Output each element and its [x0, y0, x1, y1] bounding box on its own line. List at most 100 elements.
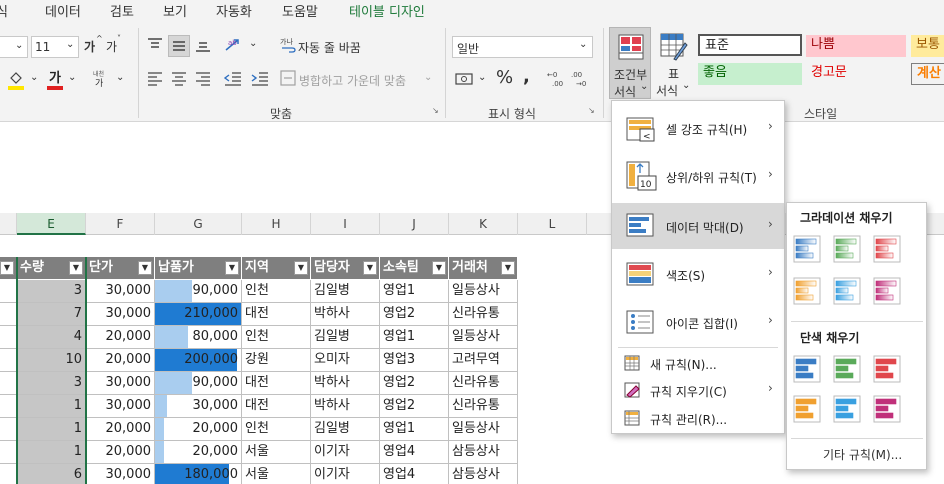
- orientation-icon[interactable]: ab: [224, 36, 244, 54]
- tab-automate[interactable]: 자동화: [216, 1, 252, 20]
- cell-partial[interactable]: [0, 349, 17, 372]
- cell-manager[interactable]: 김일병: [311, 418, 380, 441]
- cell-manager[interactable]: 이기자: [311, 441, 380, 464]
- cell-price[interactable]: 20,000: [86, 326, 155, 349]
- percent-button[interactable]: %: [496, 67, 513, 88]
- chevron-down-icon[interactable]: ⌄: [478, 72, 486, 83]
- cell-price[interactable]: 20,000: [86, 441, 155, 464]
- chevron-down-icon[interactable]: ⌄: [116, 72, 124, 83]
- gradient-databar-option-1[interactable]: [793, 235, 821, 263]
- solid-databar-option-2[interactable]: [833, 355, 861, 383]
- wrap-text-icon[interactable]: 가나: [280, 36, 296, 54]
- column-header-j[interactable]: J: [380, 213, 449, 235]
- align-bottom-icon[interactable]: [195, 37, 211, 53]
- cell-price[interactable]: 20,000: [86, 418, 155, 441]
- align-top-icon[interactable]: [147, 37, 163, 53]
- decrease-indent-icon[interactable]: [223, 70, 242, 86]
- cell-qty[interactable]: 3: [17, 372, 86, 395]
- column-header-i[interactable]: I: [311, 213, 380, 235]
- cell-region[interactable]: 대전: [242, 303, 311, 326]
- cell-region[interactable]: 인천: [242, 280, 311, 303]
- cell-client[interactable]: 신라유통: [449, 303, 518, 326]
- cell-team[interactable]: 영업1: [380, 326, 449, 349]
- gradient-databar-option-4[interactable]: [793, 277, 821, 305]
- solid-databar-option-4[interactable]: [793, 395, 821, 423]
- cell-qty[interactable]: 6: [17, 464, 86, 484]
- cell-team[interactable]: 영업2: [380, 372, 449, 395]
- font-size-dropdown[interactable]: 11 ⌄: [31, 36, 79, 58]
- align-middle-icon[interactable]: [168, 35, 190, 57]
- cell-region[interactable]: 인천: [242, 326, 311, 349]
- table-header-manager[interactable]: 담당자 ▼: [311, 257, 380, 280]
- style-explanatory[interactable]: 경고문: [806, 63, 906, 85]
- menu-item-icon-sets[interactable]: 아이콘 집합(I) ›: [612, 299, 784, 347]
- cell-qty[interactable]: 1: [17, 441, 86, 464]
- cell-partial[interactable]: [0, 303, 17, 326]
- cell-team[interactable]: 영업2: [380, 395, 449, 418]
- grow-font-button[interactable]: 가: [84, 38, 95, 55]
- merge-center-icon[interactable]: [280, 69, 296, 87]
- cell-client[interactable]: 고려무역: [449, 349, 518, 372]
- cell-region[interactable]: 인천: [242, 418, 311, 441]
- cell-partial[interactable]: [0, 395, 17, 418]
- cell-qty[interactable]: 7: [17, 303, 86, 326]
- solid-databar-option-1[interactable]: [793, 355, 821, 383]
- column-header-e[interactable]: E: [17, 213, 86, 235]
- column-header-g[interactable]: G: [155, 213, 242, 235]
- cell-manager[interactable]: 이기자: [311, 464, 380, 484]
- style-neutral[interactable]: 보통: [911, 35, 944, 57]
- cell-team[interactable]: 영업1: [380, 418, 449, 441]
- cell-partial[interactable]: [0, 418, 17, 441]
- cell-delivery[interactable]: 90,000: [155, 372, 242, 395]
- tab-formulas[interactable]: 식: [0, 1, 8, 20]
- style-normal[interactable]: 표준: [698, 34, 802, 56]
- menu-item-clear-rules[interactable]: 규칙 지우기(C) ›: [612, 378, 784, 402]
- gradient-databar-option-6[interactable]: [873, 277, 901, 305]
- increase-indent-icon[interactable]: [251, 70, 269, 86]
- cell-price[interactable]: 30,000: [86, 280, 155, 303]
- cell-manager[interactable]: 박하사: [311, 395, 380, 418]
- tab-help[interactable]: 도움말: [282, 1, 318, 20]
- column-header-h[interactable]: H: [242, 213, 311, 235]
- cell-manager[interactable]: 오미자: [311, 349, 380, 372]
- phonetic-guide-icon[interactable]: 내천 가: [92, 68, 112, 89]
- menu-item-manage-rules[interactable]: 규칙 관리(R)...: [612, 406, 784, 430]
- table-header-price[interactable]: 단가 ▼: [86, 257, 155, 280]
- tab-view[interactable]: 보기: [163, 1, 187, 20]
- cell-manager[interactable]: 박하사: [311, 372, 380, 395]
- solid-databar-option-3[interactable]: [873, 355, 901, 383]
- cell-client[interactable]: 일등상사: [449, 418, 518, 441]
- more-rules-link[interactable]: 기타 규칙(M)...: [823, 446, 902, 463]
- cell-manager[interactable]: 김일병: [311, 280, 380, 303]
- style-good[interactable]: 좋음: [698, 63, 802, 85]
- wrap-text-label[interactable]: 자동 줄 바꿈: [298, 39, 361, 56]
- cell-region[interactable]: 서울: [242, 464, 311, 484]
- solid-databar-option-5[interactable]: [833, 395, 861, 423]
- cell-delivery[interactable]: 20,000: [155, 418, 242, 441]
- cell-price[interactable]: 30,000: [86, 395, 155, 418]
- cell-partial[interactable]: [0, 464, 17, 484]
- style-calculation[interactable]: 계산: [911, 63, 944, 85]
- column-header-l[interactable]: L: [518, 213, 587, 235]
- comma-style-icon[interactable]: ,: [523, 66, 530, 87]
- chevron-down-icon[interactable]: ⌄: [424, 72, 432, 83]
- cell-region[interactable]: 대전: [242, 395, 311, 418]
- cell-manager[interactable]: 김일병: [311, 326, 380, 349]
- cell-client[interactable]: 신라유통: [449, 372, 518, 395]
- table-header-delivery[interactable]: 납품가 ▼: [155, 257, 242, 280]
- tab-review[interactable]: 검토: [110, 1, 134, 20]
- number-format-dropdown[interactable]: 일반 ⌄: [452, 36, 593, 58]
- currency-icon[interactable]: [455, 69, 475, 89]
- cell-partial[interactable]: [0, 441, 17, 464]
- cell-team[interactable]: 영업1: [380, 280, 449, 303]
- cell-region[interactable]: 서울: [242, 441, 311, 464]
- cell-qty[interactable]: 10: [17, 349, 86, 372]
- cell-qty[interactable]: 1: [17, 418, 86, 441]
- chevron-down-icon[interactable]: ⌄: [249, 38, 257, 49]
- cell-team[interactable]: 영업4: [380, 464, 449, 484]
- cell-delivery[interactable]: 180,000: [155, 464, 242, 484]
- cell-delivery[interactable]: 30,000: [155, 395, 242, 418]
- tab-data[interactable]: 데이터: [45, 1, 81, 20]
- table-header-region[interactable]: 지역 ▼: [242, 257, 311, 280]
- column-header-f[interactable]: F: [86, 213, 155, 235]
